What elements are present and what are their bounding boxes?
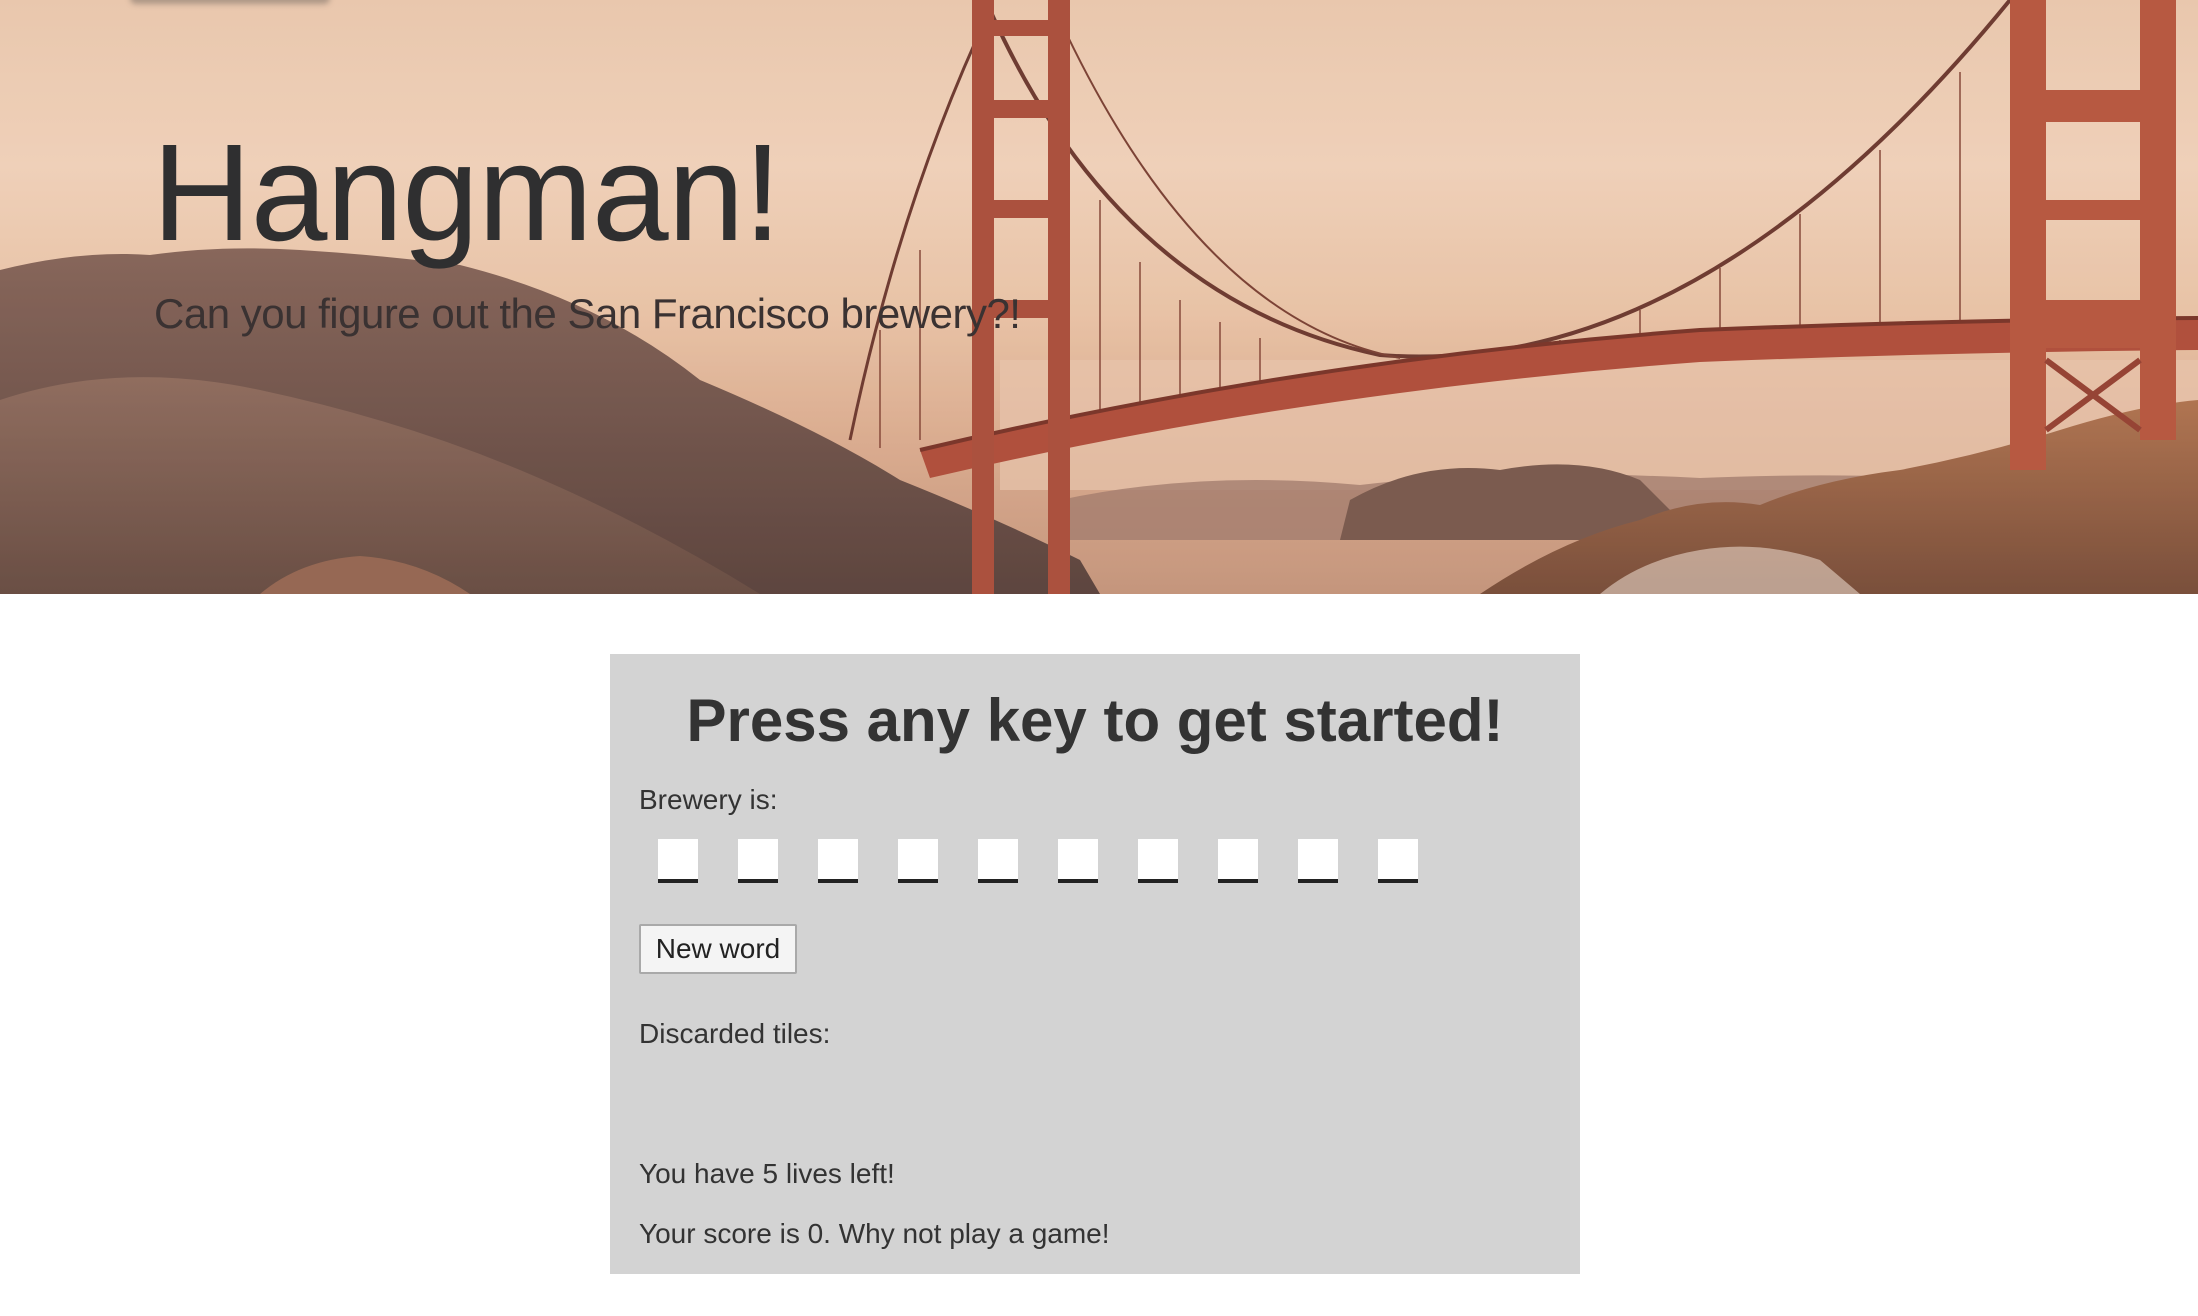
score-status: Your score is 0. Why not play a game! [639, 1218, 1110, 1249]
lives-status: You have 5 lives left! [639, 1158, 895, 1189]
letter-tile [738, 839, 778, 883]
game-prompt: Press any key to get started! [686, 687, 1504, 754]
letter-tile [818, 839, 858, 883]
page-title: Hangman! [152, 116, 782, 270]
page-subtitle: Can you figure out the San Francisco bre… [154, 290, 1021, 337]
letter-tile [898, 839, 938, 883]
letter-tile [978, 839, 1018, 883]
letter-tile [1298, 839, 1338, 883]
discarded-tiles-list [639, 1046, 1539, 1106]
word-tiles [658, 839, 1418, 883]
game-panel: Press any key to get started! Brewery is… [610, 654, 1580, 1274]
top-nav-shadow [130, 0, 330, 4]
new-word-button[interactable]: New word [639, 924, 797, 974]
letter-tile [1138, 839, 1178, 883]
letter-tile [1058, 839, 1098, 883]
hero-banner: Hangman! Can you figure out the San Fran… [0, 0, 2198, 594]
word-label: Brewery is: [639, 784, 778, 815]
letter-tile [1378, 839, 1418, 883]
letter-tile [658, 839, 698, 883]
letter-tile [1218, 839, 1258, 883]
